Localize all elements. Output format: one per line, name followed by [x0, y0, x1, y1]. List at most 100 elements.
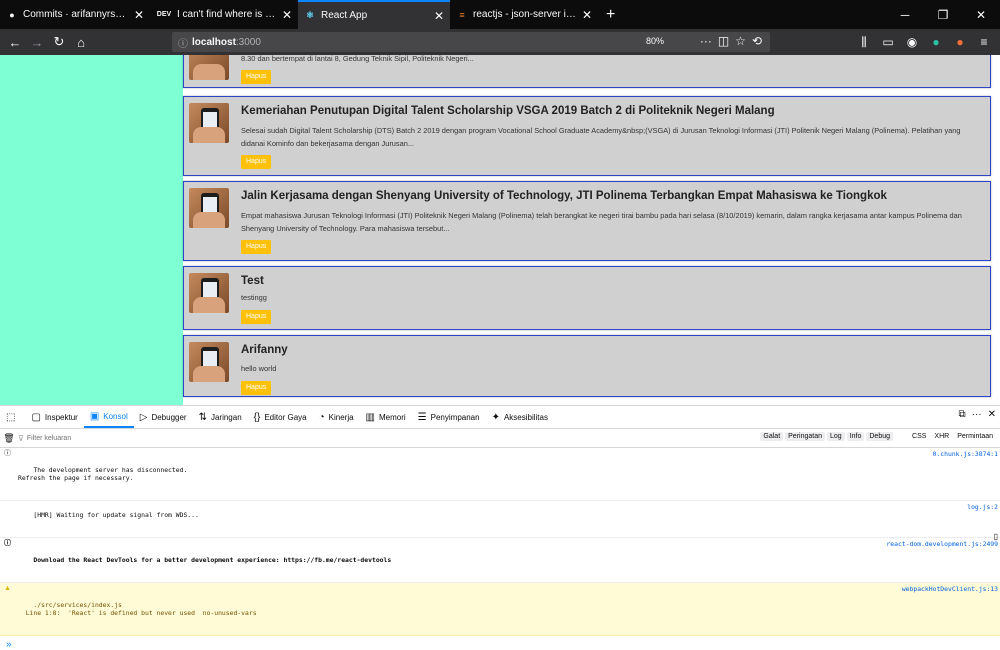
- delete-button[interactable]: Hapus: [241, 70, 272, 84]
- console-message: [HMR] Waiting for update signal from WDS…: [0, 501, 1000, 538]
- style-editor-icon: {}: [253, 411, 261, 423]
- close-tab-icon[interactable]: ✕: [434, 9, 444, 23]
- filter-icon: ⊽: [18, 433, 24, 443]
- split-console-icon[interactable]: ▯: [994, 532, 998, 541]
- tab-label: Debugger: [151, 412, 187, 422]
- storage-icon: ☰: [417, 411, 427, 423]
- tab-debugger[interactable]: ▷ Debugger: [134, 406, 193, 428]
- delete-button[interactable]: Hapus: [241, 381, 272, 395]
- tab-style-editor[interactable]: {} Editor Gaya: [248, 406, 313, 428]
- browser-tab-stackoverflow[interactable]: ≡ reactjs - json-server is not reco ✕: [450, 0, 598, 29]
- tab-accessibility[interactable]: ✦ Aksesibilitas: [486, 406, 554, 428]
- tab-label: Inspektur: [44, 412, 78, 422]
- tab-network[interactable]: ⇅ Jaringan: [193, 406, 248, 428]
- close-tab-icon[interactable]: ✕: [134, 8, 144, 22]
- tab-memory[interactable]: ▥ Memori: [360, 406, 412, 428]
- close-tab-icon[interactable]: ✕: [282, 8, 292, 22]
- home-icon[interactable]: ⌂: [70, 35, 92, 50]
- extension-icon[interactable]: ●: [926, 35, 946, 49]
- more-actions-icon[interactable]: ···: [700, 34, 712, 48]
- close-tab-icon[interactable]: ✕: [582, 8, 592, 22]
- console-icon: ▣: [89, 410, 100, 422]
- browser-tab-github[interactable]: ● Commits · arifannyrs/Modul-8 ✕: [0, 0, 150, 29]
- performance-icon: ◔: [318, 411, 325, 423]
- console-message: ⓘ The development server has disconnecte…: [0, 448, 1000, 501]
- reload-icon[interactable]: ↻: [48, 34, 70, 50]
- article-card-partial: 8.30 dan bertempat di lantai 8, Gedung T…: [183, 55, 991, 88]
- close-window-icon[interactable]: ✕: [962, 8, 1000, 22]
- account-icon[interactable]: ◉: [902, 35, 922, 49]
- devtools-menu-icon[interactable]: ···: [972, 409, 982, 420]
- clear-console-icon[interactable]: 🗑: [0, 433, 18, 444]
- filter-input[interactable]: Filter keluaran: [27, 435, 71, 442]
- article-excerpt: testingg: [241, 293, 267, 302]
- extension-fox-icon[interactable]: ●: [950, 35, 970, 49]
- article-title: Kemeriahan Penutupan Digital Talent Scho…: [241, 105, 775, 117]
- tab-inspector[interactable]: ▢ Inspektur: [25, 406, 83, 428]
- filter-requests[interactable]: Permintaan: [954, 432, 996, 441]
- tab-title: reactjs - json-server is not reco: [473, 9, 576, 20]
- browser-tab-dev[interactable]: DEV I can't find where is error . Synt ✕: [150, 0, 298, 29]
- navigation-toolbar: ← → ↻ ⌂ ⓘ localhost :3000 80% ··· ◫ ☆ ⟲ …: [0, 29, 1000, 55]
- library-icon[interactable]: ⫼: [854, 35, 874, 50]
- history-icon[interactable]: ⟲: [752, 34, 762, 48]
- article-excerpt: Empat mahasiswa Jurusan Teknologi Inform…: [241, 211, 962, 233]
- info-icon: ⓘ: [4, 540, 11, 547]
- message-source-link[interactable]: 0.chunk.js:3874:1: [933, 450, 998, 458]
- filter-css[interactable]: CSS: [909, 432, 929, 441]
- delete-button[interactable]: Hapus: [241, 240, 272, 254]
- forward-icon[interactable]: →: [26, 35, 48, 50]
- filter-warnings[interactable]: Peringatan: [785, 432, 825, 441]
- bookmark-star-icon[interactable]: ☆: [735, 34, 746, 48]
- prompt-icon: »: [6, 639, 12, 650]
- react-icon: ⚛: [305, 10, 315, 20]
- delete-button[interactable]: Hapus: [241, 310, 272, 324]
- filter-errors[interactable]: Galat: [760, 432, 784, 441]
- debugger-icon: ▷: [139, 411, 148, 423]
- page-actions: ··· ◫ ☆ ⟲: [700, 34, 762, 48]
- browser-tab-react-app[interactable]: ⚛ React App ✕: [298, 0, 450, 29]
- delete-button[interactable]: Hapus: [241, 155, 272, 169]
- console-input[interactable]: »: [0, 636, 1000, 650]
- filter-debug[interactable]: Debug: [866, 432, 894, 441]
- devtools-close-icon[interactable]: ✕: [988, 409, 996, 420]
- article-thumbnail: [189, 103, 229, 143]
- console-filter-bar: 🗑 ⊽ Filter keluaran Galat Peringatan Log…: [0, 429, 1000, 448]
- article-card: Kemeriahan Penutupan Digital Talent Scho…: [183, 96, 991, 176]
- message-source-link[interactable]: log.js:2: [967, 503, 998, 511]
- inspector-icon: ▢: [31, 411, 41, 423]
- message-text: ./src/services/index.js Line 1:8: 'React…: [25, 601, 257, 617]
- pick-element-button[interactable]: ⬚: [0, 406, 25, 428]
- pocket-icon[interactable]: ◫: [718, 34, 729, 48]
- memory-icon: ▥: [365, 411, 375, 423]
- message-source-link[interactable]: react-dom.development.js:2499: [886, 540, 998, 548]
- tab-console[interactable]: ▣ Konsol: [83, 406, 134, 428]
- network-icon: ⇅: [198, 411, 207, 423]
- zoom-level[interactable]: 80%: [646, 36, 664, 46]
- article-title: Test: [241, 275, 264, 287]
- toolbar-icons: ⫼ ▭ ◉ ● ● ≡: [854, 29, 1000, 55]
- dock-icon[interactable]: ⧉: [958, 409, 965, 420]
- article-title: Jalin Kerjasama dengan Shenyang Universi…: [241, 190, 887, 202]
- site-info-icon[interactable]: ⓘ: [178, 35, 188, 50]
- filter-xhr[interactable]: XHR: [931, 432, 952, 441]
- article-thumbnail: [189, 188, 229, 228]
- tab-performance[interactable]: ◔ Kinerja: [313, 406, 360, 428]
- tab-storage[interactable]: ☰ Penyimpanan: [412, 406, 486, 428]
- filter-logs[interactable]: Log: [827, 432, 845, 441]
- filter-info[interactable]: Info: [846, 432, 865, 441]
- browser-tab-strip: ● Commits · arifannyrs/Modul-8 ✕ DEV I c…: [0, 0, 1000, 29]
- url-bar[interactable]: ⓘ localhost :3000 80% ··· ◫ ☆ ⟲: [172, 32, 770, 52]
- url-port: :3000: [235, 36, 261, 48]
- article-thumbnail: [189, 273, 229, 313]
- maximize-icon[interactable]: ❐: [924, 8, 962, 22]
- message-source-link[interactable]: webpackHotDevClient.js:13: [902, 585, 998, 593]
- accessibility-icon: ✦: [491, 411, 500, 423]
- sidebar-icon[interactable]: ▭: [878, 35, 898, 49]
- menu-icon[interactable]: ≡: [974, 35, 994, 49]
- minimize-icon[interactable]: ─: [886, 8, 924, 22]
- tab-label: Penyimpanan: [430, 412, 480, 422]
- back-icon[interactable]: ←: [4, 35, 26, 50]
- article-thumbnail: [189, 55, 229, 80]
- new-tab-button[interactable]: +: [598, 0, 623, 29]
